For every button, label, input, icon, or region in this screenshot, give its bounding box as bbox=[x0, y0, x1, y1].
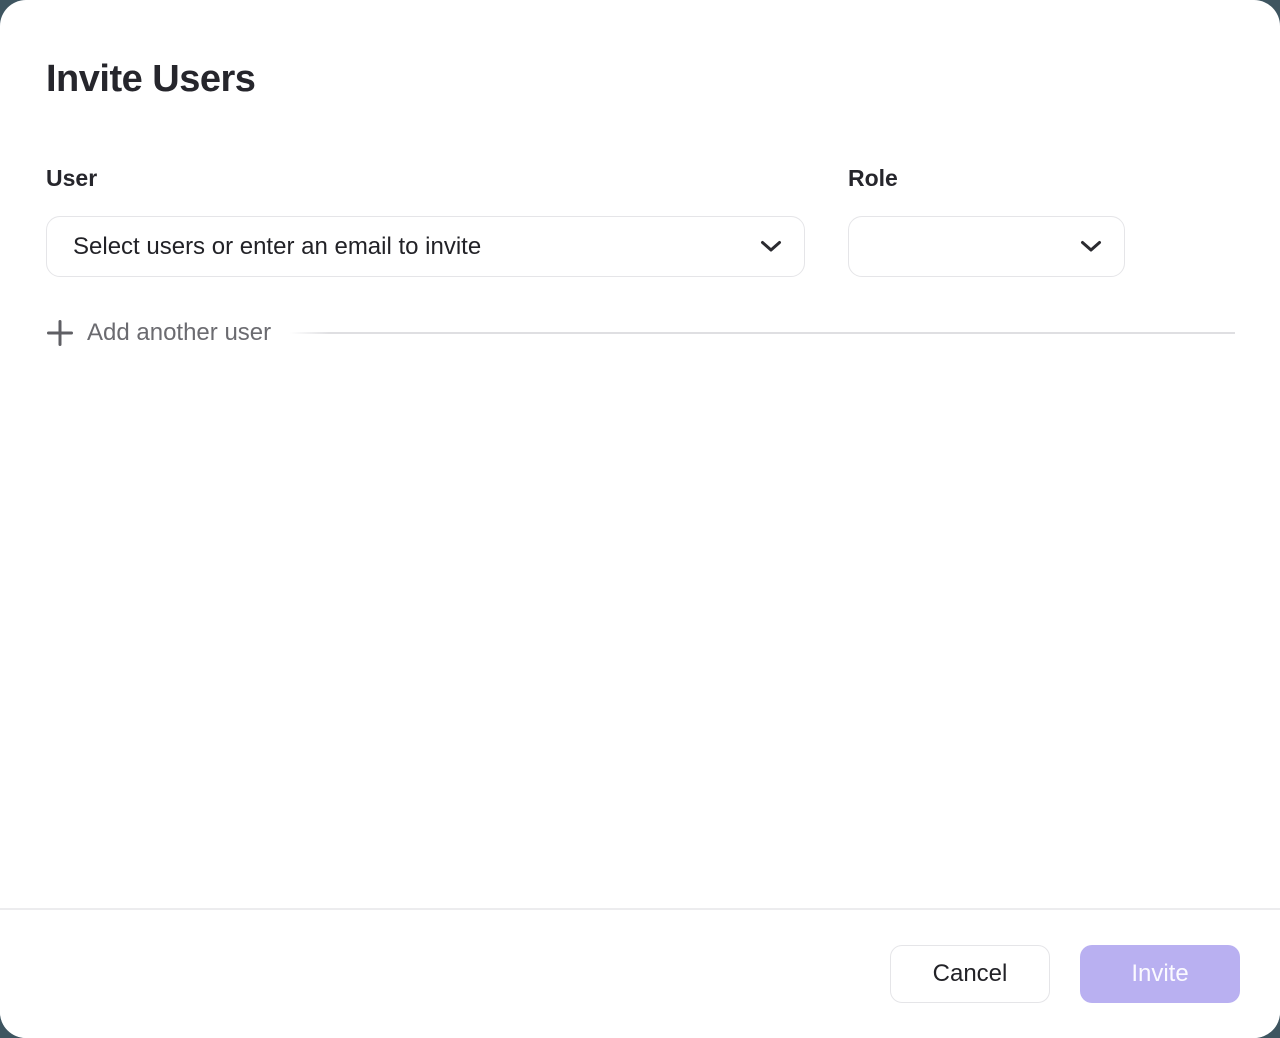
modal-body: Invite Users User Select users or enter … bbox=[0, 0, 1280, 908]
chevron-down-icon bbox=[760, 240, 782, 253]
role-select[interactable] bbox=[848, 216, 1125, 277]
chevron-down-icon bbox=[1080, 240, 1102, 253]
user-select[interactable]: Select users or enter an email to invite bbox=[46, 216, 805, 277]
horizontal-divider bbox=[290, 332, 1235, 334]
role-field: Role bbox=[848, 165, 1125, 277]
page-background: Invite Users User Select users or enter … bbox=[0, 0, 1280, 1038]
fields-row: User Select users or enter an email to i… bbox=[46, 165, 1235, 277]
role-field-label: Role bbox=[848, 165, 1125, 192]
modal-title: Invite Users bbox=[46, 57, 1235, 101]
user-select-placeholder: Select users or enter an email to invite bbox=[73, 233, 481, 261]
modal-footer: Cancel Invite bbox=[0, 908, 1280, 1038]
user-field-label: User bbox=[46, 165, 805, 192]
add-user-row: Add another user bbox=[46, 319, 1235, 347]
add-another-user-label: Add another user bbox=[87, 319, 271, 347]
user-field: User Select users or enter an email to i… bbox=[46, 165, 805, 277]
plus-icon bbox=[46, 319, 74, 347]
invite-users-modal: Invite Users User Select users or enter … bbox=[0, 0, 1280, 1038]
add-another-user-button[interactable]: Add another user bbox=[46, 319, 271, 347]
cancel-button[interactable]: Cancel bbox=[890, 945, 1050, 1003]
invite-button[interactable]: Invite bbox=[1080, 945, 1240, 1003]
